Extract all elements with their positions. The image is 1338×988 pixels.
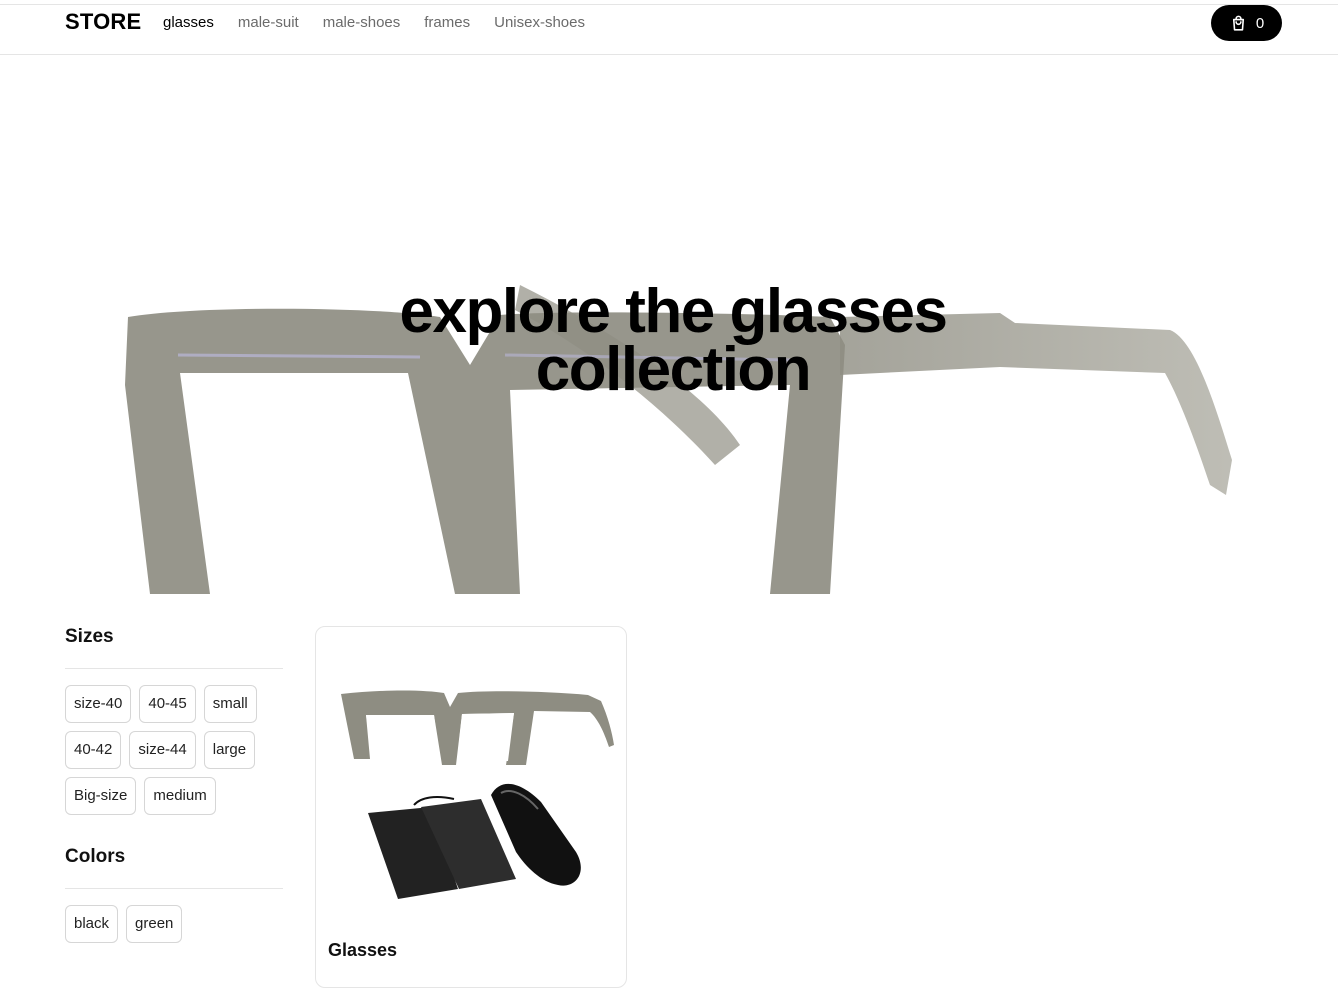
nav-link-frames[interactable]: frames — [424, 14, 470, 31]
colors-heading: Colors — [65, 846, 126, 867]
size-chip[interactable]: size-40 — [65, 685, 132, 723]
color-chip[interactable]: green — [126, 905, 183, 943]
nav-link-glasses[interactable]: glasses — [163, 14, 214, 31]
cart-count: 0 — [1255, 14, 1265, 32]
navbar: STORE glasses male-suit male-shoes frame… — [0, 5, 1338, 55]
product-image — [341, 690, 614, 899]
nav-link-unisex-shoes[interactable]: Unisex-shoes — [494, 14, 585, 31]
sizes-heading: Sizes — [65, 626, 114, 647]
filters-sidebar: Sizes size-40 40-45 small 40-42 size-44 … — [65, 626, 283, 974]
size-chip[interactable]: size-44 — [129, 731, 196, 769]
divider — [65, 668, 283, 669]
size-chip[interactable]: 40-42 — [65, 731, 122, 769]
size-chip[interactable]: large — [203, 731, 256, 769]
nav-link-male-shoes[interactable]: male-shoes — [323, 14, 401, 31]
size-chip[interactable]: medium — [144, 777, 216, 815]
size-chip[interactable]: 40-45 — [139, 685, 196, 723]
size-chip[interactable]: Big-size — [65, 777, 137, 815]
store-logo[interactable]: STORE — [65, 9, 141, 35]
hero-banner: explore the glasses collection — [0, 55, 1338, 594]
divider — [65, 888, 283, 889]
shopping-bag-icon — [1232, 15, 1244, 31]
size-chip[interactable]: small — [203, 685, 257, 723]
color-chip[interactable]: black — [65, 905, 119, 943]
product-card[interactable]: Glasses — [315, 626, 627, 988]
size-options: size-40 40-45 small 40-42 size-44 large … — [65, 685, 283, 815]
hero-title: explore the glasses collection — [399, 277, 949, 404]
cart-button[interactable]: 0 — [1211, 5, 1282, 41]
category-nav: glasses male-suit male-shoes frames Unis… — [163, 14, 585, 31]
nav-link-male-suit[interactable]: male-suit — [238, 14, 299, 31]
color-options: black green — [65, 905, 283, 943]
